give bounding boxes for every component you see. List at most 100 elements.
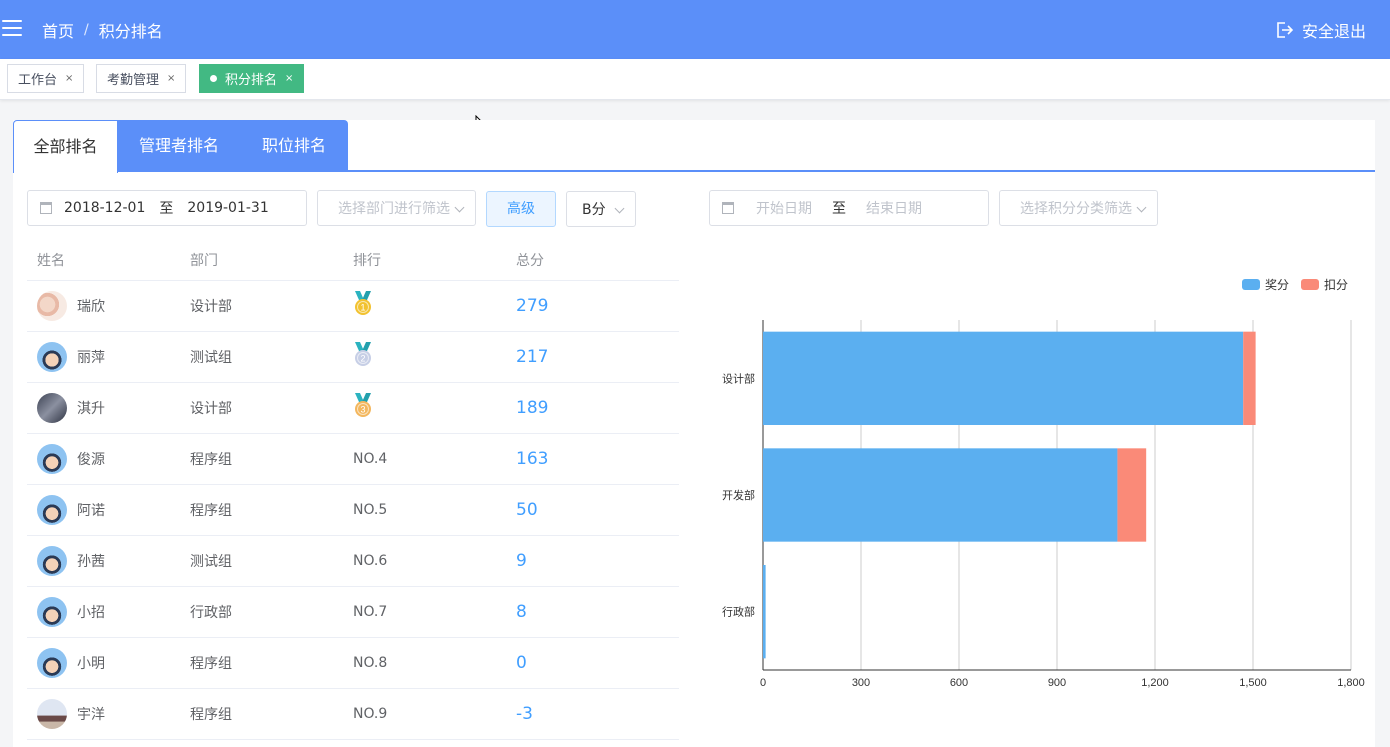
start-date-placeholder[interactable]: 开始日期: [756, 198, 812, 218]
rank-label: NO.4: [353, 451, 388, 467]
tag-close-icon[interactable]: ×: [65, 73, 73, 84]
avatar: [37, 393, 67, 423]
name-cell: 小明: [27, 648, 190, 678]
name-cell: 小招: [27, 597, 190, 627]
user-name: 丽萍: [77, 350, 105, 366]
bar-deduct: [1243, 331, 1256, 425]
department-cell: 行政部: [190, 605, 232, 621]
range-separator: 至: [832, 201, 846, 217]
avatar: [37, 495, 67, 525]
rank-cell: NO.4: [353, 451, 516, 467]
department-select[interactable]: 选择部门进行筛选: [317, 190, 476, 226]
end-date-placeholder[interactable]: 结束日期: [866, 198, 922, 218]
breadcrumb-home[interactable]: 首页: [42, 18, 74, 42]
rank-cell: NO.6: [353, 553, 516, 569]
x-tick-label: 1,500: [1239, 677, 1267, 689]
total-score-cell[interactable]: 279: [516, 296, 666, 316]
header-total: 总分: [516, 253, 544, 269]
total-score-cell[interactable]: 189: [516, 398, 666, 418]
breadcrumb-current: 积分排名: [98, 22, 163, 41]
range-separator: 至: [159, 201, 174, 217]
user-name: 宇洋: [77, 707, 105, 723]
rank-cell: NO.9: [353, 706, 516, 722]
department-cell: 测试组: [190, 554, 232, 570]
total-score-cell[interactable]: 163: [516, 449, 666, 469]
rank-label: NO.9: [353, 706, 388, 722]
table-row[interactable]: 孙茜 测试组 NO.6 9: [27, 536, 679, 587]
department-cell: 程序组: [190, 452, 232, 468]
tag-close-icon[interactable]: ×: [167, 73, 175, 84]
name-cell: 俊源: [27, 444, 190, 474]
total-score-cell[interactable]: 50: [516, 500, 666, 520]
user-name: 瑞欣: [77, 299, 105, 315]
total-score-cell[interactable]: 9: [516, 551, 666, 571]
total-score-cell[interactable]: 217: [516, 347, 666, 367]
hamburger-menu-icon[interactable]: [2, 20, 22, 36]
tag-points-ranking[interactable]: 积分排名 ×: [199, 64, 305, 93]
total-score-cell[interactable]: 8: [516, 602, 666, 622]
header-name: 姓名: [37, 253, 65, 269]
department-cell: 程序组: [190, 707, 232, 723]
avatar: [37, 699, 67, 729]
y-category-label: 设计部: [722, 371, 755, 385]
table-row[interactable]: 俊源 程序组 NO.4 163: [27, 434, 679, 485]
date-range-picker[interactable]: 2018-12-01 至 2019-01-31: [27, 190, 307, 226]
table-row[interactable]: 阿诺 程序组 NO.5 50: [27, 485, 679, 536]
y-category-label: 行政部: [722, 605, 755, 619]
category-select[interactable]: 选择积分分类筛选: [999, 190, 1158, 226]
department-cell: 程序组: [190, 656, 232, 672]
tag-close-icon[interactable]: ×: [285, 73, 293, 84]
tab-all-ranking[interactable]: 全部排名: [13, 120, 118, 173]
medal-icon: 1: [355, 291, 371, 315]
table-row[interactable]: 小招 行政部 NO.7 8: [27, 587, 679, 638]
rank-label: NO.6: [353, 553, 388, 569]
rank-label: NO.8: [353, 655, 388, 671]
table-row[interactable]: 瑞欣 设计部 1 279: [27, 281, 679, 332]
ranking-tabs: 全部排名 管理者排名 职位排名: [13, 120, 1375, 173]
tab-manager-ranking[interactable]: 管理者排名: [118, 120, 240, 172]
chart-date-range-picker[interactable]: 开始日期 至 结束日期: [709, 190, 989, 226]
chevron-down-icon: [614, 203, 625, 214]
rank-label: NO.7: [353, 604, 388, 620]
table-row[interactable]: 宇洋 程序组 NO.9 -3: [27, 689, 679, 740]
score-type-select[interactable]: B分: [566, 191, 636, 227]
total-score-cell[interactable]: -3: [516, 704, 666, 724]
chevron-down-icon: [454, 202, 465, 213]
logout-icon: [1277, 22, 1294, 38]
total-score-cell[interactable]: 0: [516, 653, 666, 673]
logout-button[interactable]: 安全退出: [1274, 18, 1366, 42]
table-row[interactable]: 小明 程序组 NO.8 0: [27, 638, 679, 689]
tag-workbench[interactable]: 工作台 ×: [7, 64, 85, 93]
x-tick-label: 900: [1048, 677, 1066, 689]
x-tick-label: 1,200: [1141, 677, 1169, 689]
chevron-down-icon: [1136, 202, 1147, 213]
svg-text:1: 1: [360, 303, 365, 313]
x-tick-label: 0: [760, 677, 766, 689]
name-cell: 阿诺: [27, 495, 190, 525]
rank-label: NO.5: [353, 502, 388, 518]
department-cell: 程序组: [190, 503, 232, 519]
bar-reward: [763, 448, 1118, 542]
header-department: 部门: [190, 253, 218, 269]
rank-cell: 1: [353, 291, 516, 321]
bar-reward: [763, 565, 766, 659]
avatar: [37, 291, 67, 321]
x-tick-label: 600: [950, 677, 968, 689]
department-placeholder: 选择部门进行筛选: [338, 201, 450, 217]
department-cell: 设计部: [190, 299, 232, 315]
start-date-value[interactable]: 2018-12-01: [64, 200, 145, 216]
rank-cell: 2: [353, 342, 516, 372]
advanced-button[interactable]: 高级: [486, 191, 556, 227]
score-type-value: B分: [582, 202, 606, 218]
tags-view-bar: 工作台 × 考勤管理 × 积分排名 ×: [0, 59, 1390, 100]
end-date-value[interactable]: 2019-01-31: [187, 200, 268, 216]
medal-icon: 2: [355, 342, 371, 366]
table-header: 姓名 部门 排行 总分: [27, 240, 679, 281]
table-row[interactable]: 丽萍 测试组 2 217: [27, 332, 679, 383]
tab-position-ranking[interactable]: 职位排名: [240, 120, 348, 172]
avatar: [37, 546, 67, 576]
svg-text:3: 3: [360, 405, 365, 415]
svg-text:2: 2: [360, 354, 365, 364]
tag-attendance[interactable]: 考勤管理 ×: [96, 64, 187, 93]
table-row[interactable]: 淇升 设计部 3 189: [27, 383, 679, 434]
